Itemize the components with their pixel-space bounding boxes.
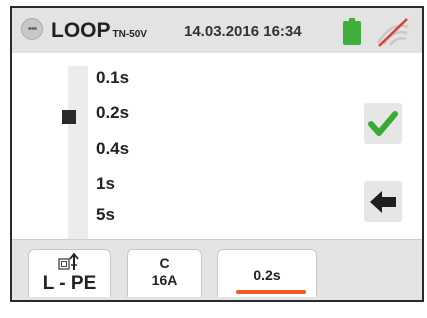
back-button[interactable] xyxy=(364,181,402,222)
tab-breaker-curve[interactable]: C 16A xyxy=(127,249,202,297)
checkmark-icon xyxy=(368,110,398,136)
option-0-2s[interactable]: 0.2s xyxy=(96,103,129,123)
datetime-display: 14.03.2016 16:34 xyxy=(184,23,302,40)
page-title: LOOP TN-50V xyxy=(51,19,147,43)
option-0-1s[interactable]: 0.1s xyxy=(96,68,129,88)
tab-measure-mode[interactable]: L - PE xyxy=(28,249,111,297)
wifi-off-icon xyxy=(376,18,409,47)
selection-marker xyxy=(62,110,76,124)
battery-icon xyxy=(343,18,361,45)
option-1s[interactable]: 1s xyxy=(96,174,115,194)
curve-type-label: C xyxy=(159,255,170,271)
selection-scroll-track[interactable] xyxy=(68,66,88,241)
option-0-4s[interactable]: 0.4s xyxy=(96,139,129,159)
arrow-left-icon xyxy=(370,190,396,213)
title-subscript: TN-50V xyxy=(112,29,147,40)
option-5s[interactable]: 5s xyxy=(96,205,115,225)
mode-label: L - PE xyxy=(42,273,97,294)
header-bar: ••• LOOP TN-50V 14.03.2016 16:34 xyxy=(12,8,422,53)
curve-current-label: 16A xyxy=(151,272,178,288)
earth-plug-icon xyxy=(58,253,79,270)
active-tab-indicator xyxy=(236,290,306,294)
title-main: LOOP xyxy=(51,19,111,42)
instrument-screen: ••• LOOP TN-50V 14.03.2016 16:34 0.1s 0.2… xyxy=(10,6,424,302)
confirm-button[interactable] xyxy=(364,103,402,144)
ellipsis-icon[interactable]: ••• xyxy=(21,18,43,40)
trip-time-label: 0.2s xyxy=(253,267,281,283)
